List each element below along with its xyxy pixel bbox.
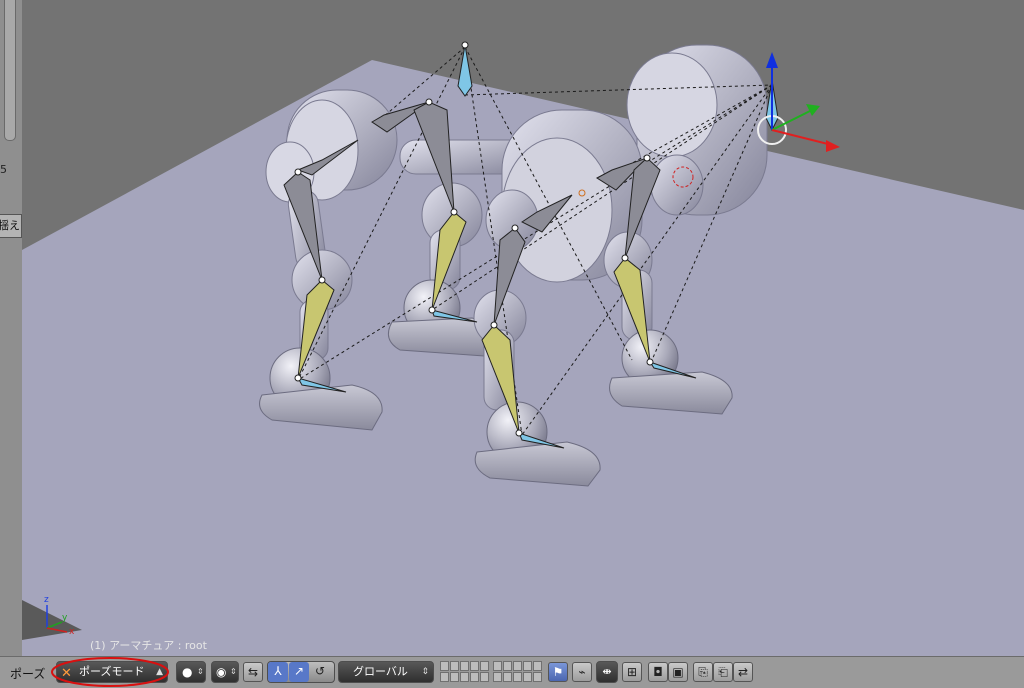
paste-pose-icon[interactable]: ⎗ (713, 662, 733, 682)
layer-buttons-2[interactable] (493, 661, 542, 683)
pose-menu[interactable]: ポーズ (10, 665, 45, 682)
layer-lock-icon[interactable]: ⚑ (548, 662, 568, 682)
tool-shelf-scrollbar[interactable] (4, 0, 16, 141)
render-camera-icon[interactable]: ◘ (648, 662, 668, 682)
chevron-updown-icon: ⇕ (230, 667, 237, 676)
tool-shelf-strip: 5 揺え (0, 0, 23, 656)
viewport-header: ポーズ ✕ ポーズモード ▲ ● ⇕ ◉ ⇕ ⇆ ⅄ ↗ ↺ グローバル ⇕ ⚑… (0, 656, 1024, 688)
pivot-select[interactable]: ◉ ⇕ (211, 661, 239, 683)
layer-buttons-1[interactable] (440, 661, 489, 683)
manipulator-group: ⅄ ↗ ↺ (267, 661, 335, 683)
shading-select[interactable]: ● ⇕ (176, 661, 206, 683)
snap-icon[interactable]: ⊞ (622, 662, 642, 682)
translate-icon[interactable]: ↗ (289, 662, 309, 682)
manipulator-z-arrow-icon (766, 52, 778, 68)
paste-flipped-icon[interactable]: ⇄ (733, 662, 753, 682)
keying-icon[interactable]: ⇼ (596, 661, 618, 683)
orientation-select-value: グローバル (353, 665, 408, 678)
blender-window: 5 揺え z y x (1) アーマチュア: root ポーズ ✕ ポーズモー… (0, 0, 1024, 688)
orientation-select[interactable]: グローバル ⇕ (338, 661, 434, 683)
manipulator-toggle-icon[interactable]: ⅄ (268, 662, 288, 682)
sphere-shading-icon: ● (182, 665, 193, 679)
tool-shelf-tab[interactable]: 揺え (0, 214, 22, 238)
pose-lib-icon[interactable]: ⌁ (572, 662, 592, 682)
manipulator-y-arrow-icon (806, 104, 820, 116)
ik-target-bone (457, 44, 473, 97)
chevron-updown-icon: ⇕ (197, 667, 204, 676)
object-info-label: (1) アーマチュア : root (90, 639, 207, 652)
rotate-icon[interactable]: ↺ (310, 662, 330, 682)
axis-z-label: z (44, 595, 49, 605)
copy-pose-icon[interactable]: ⎘ (693, 662, 713, 682)
axis-y-label: y (62, 613, 68, 623)
render-anim-icon[interactable]: ▣ (668, 662, 688, 682)
annotation-circle (51, 657, 169, 687)
scene-canvas[interactable]: z y x (22, 0, 1024, 656)
manipulator-x-arrow-icon (826, 140, 840, 152)
tool-shelf-partial-digit: 5 (0, 163, 7, 176)
chevron-updown-icon: ⇕ (421, 667, 429, 677)
proportional-edit-icon[interactable]: ⇆ (243, 662, 263, 682)
axis-x-label: x (69, 627, 75, 637)
3d-viewport[interactable]: z y x (1) アーマチュア : root (22, 0, 1024, 656)
pivot-icon: ◉ (216, 665, 227, 679)
